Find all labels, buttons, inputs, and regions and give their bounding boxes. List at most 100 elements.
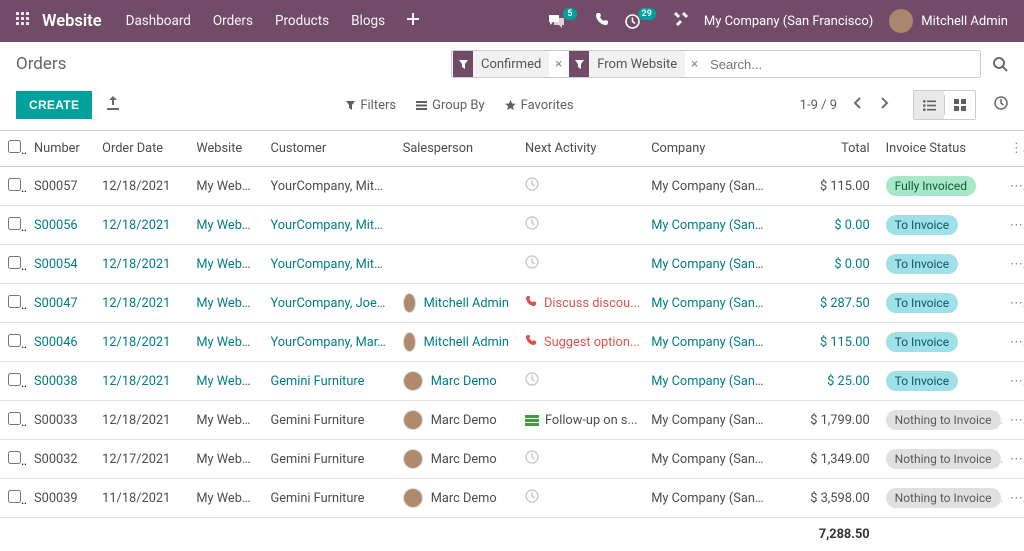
salesperson-name[interactable]: Marc Demo — [431, 452, 497, 467]
phone-icon[interactable] — [595, 12, 609, 30]
order-number[interactable]: S00033 — [34, 413, 78, 428]
row-checkbox[interactable] — [8, 256, 21, 269]
favorites-button[interactable]: Favorites — [505, 98, 574, 113]
order-number[interactable]: S00032 — [34, 452, 78, 467]
col-website[interactable]: Website — [188, 131, 262, 167]
tools-icon[interactable] — [674, 12, 688, 30]
col-salesperson[interactable]: Salesperson — [395, 131, 517, 167]
row-checkbox[interactable] — [8, 295, 21, 308]
messages-icon[interactable]: 5 — [548, 14, 578, 29]
new-content-icon[interactable] — [407, 13, 419, 29]
company-cell[interactable]: My Company (San ... — [651, 296, 768, 311]
activity-cell[interactable]: Follow-up on s... — [525, 413, 635, 428]
activity-cell[interactable] — [525, 489, 635, 507]
website-cell[interactable]: My Websi... — [196, 413, 261, 428]
row-options-icon[interactable]: ⋯ — [1010, 491, 1024, 506]
col-status[interactable]: Invoice Status — [878, 131, 1002, 167]
activity-cell[interactable] — [525, 255, 635, 273]
row-checkbox[interactable] — [8, 178, 21, 191]
website-cell[interactable]: My Websi... — [196, 491, 261, 506]
col-company[interactable]: Company — [643, 131, 773, 167]
order-number[interactable]: S00056 — [34, 218, 78, 233]
activity-cell[interactable]: Discuss discou... — [525, 295, 635, 312]
col-total[interactable]: Total — [773, 131, 877, 167]
row-checkbox[interactable] — [8, 490, 21, 503]
row-checkbox[interactable] — [8, 412, 21, 425]
table-row[interactable]: S0005612/18/2021My Websi...YourCompany, … — [0, 206, 1024, 245]
nav-orders[interactable]: Orders — [213, 13, 253, 29]
order-number[interactable]: S00057 — [34, 179, 78, 194]
activity-cell[interactable] — [525, 216, 635, 234]
activity-cell[interactable] — [525, 450, 635, 468]
salesperson-name[interactable]: Marc Demo — [431, 491, 497, 506]
website-cell[interactable]: My Websi... — [196, 296, 261, 311]
row-options-icon[interactable]: ⋯ — [1010, 179, 1024, 194]
kanban-view-icon[interactable] — [945, 91, 975, 119]
col-options[interactable]: ⋮ — [1002, 131, 1024, 167]
customer-cell[interactable]: Gemini Furniture — [270, 413, 364, 428]
customer-cell[interactable]: YourCompany, Mitc... — [270, 218, 390, 233]
order-number[interactable]: S00047 — [34, 296, 78, 311]
salesperson-name[interactable]: Mitchell Admin — [424, 335, 509, 350]
customer-cell[interactable]: YourCompany, Joel ... — [270, 296, 393, 311]
table-row[interactable]: S0003312/18/2021My Websi...Gemini Furnit… — [0, 401, 1024, 440]
customer-cell[interactable]: YourCompany, Mitc... — [270, 257, 390, 272]
company-switch[interactable]: My Company (San Francisco) — [704, 14, 873, 29]
customer-cell[interactable]: Gemini Furniture — [270, 374, 364, 389]
page-prev-icon[interactable] — [849, 93, 865, 117]
remove-chip-icon[interactable]: × — [549, 57, 568, 72]
brand[interactable]: Website — [42, 12, 102, 31]
row-options-icon[interactable]: ⋯ — [1010, 335, 1024, 350]
website-cell[interactable]: My Websi... — [196, 218, 261, 233]
order-number[interactable]: S00046 — [34, 335, 78, 350]
activity-view-icon[interactable] — [994, 96, 1008, 114]
table-row[interactable]: S0003812/18/2021My Websi...Gemini Furnit… — [0, 362, 1024, 401]
pager[interactable]: 1-9 / 9 — [800, 98, 837, 113]
row-options-icon[interactable]: ⋯ — [1010, 257, 1024, 272]
row-checkbox[interactable] — [8, 451, 21, 464]
company-cell[interactable]: My Company (San ... — [651, 491, 768, 506]
order-number[interactable]: S00054 — [34, 257, 78, 272]
customer-cell[interactable]: Gemini Furniture — [270, 491, 364, 506]
table-row[interactable]: S0005712/18/2021My Websi...YourCompany, … — [0, 167, 1024, 206]
row-checkbox[interactable] — [8, 373, 21, 386]
website-cell[interactable]: My Websi... — [196, 179, 261, 194]
col-customer[interactable]: Customer — [262, 131, 394, 167]
customer-cell[interactable]: YourCompany, Mitc... — [270, 179, 390, 194]
user-menu[interactable]: Mitchell Admin — [889, 9, 1008, 33]
search-icon[interactable] — [993, 57, 1008, 72]
activity-icon[interactable]: 29 — [625, 14, 658, 29]
select-all-checkbox[interactable] — [8, 140, 21, 153]
company-cell[interactable]: My Company (San ... — [651, 413, 768, 428]
list-view-icon[interactable] — [914, 91, 944, 119]
salesperson-name[interactable]: Marc Demo — [431, 413, 497, 428]
apps-icon[interactable] — [16, 12, 30, 30]
groupby-button[interactable]: Group By — [416, 98, 485, 113]
company-cell[interactable]: My Company (San ... — [651, 335, 768, 350]
customer-cell[interactable]: YourCompany, Mar... — [270, 335, 387, 350]
salesperson-name[interactable]: Mitchell Admin — [424, 296, 509, 311]
row-options-icon[interactable]: ⋯ — [1010, 218, 1024, 233]
company-cell[interactable]: My Company (San ... — [651, 452, 768, 467]
website-cell[interactable]: My Websi... — [196, 335, 261, 350]
table-row[interactable]: S0005412/18/2021My Websi...YourCompany, … — [0, 245, 1024, 284]
import-icon[interactable] — [106, 96, 120, 114]
row-options-icon[interactable]: ⋯ — [1010, 452, 1024, 467]
table-row[interactable]: S0004712/18/2021My Websi...YourCompany, … — [0, 284, 1024, 323]
activity-cell[interactable] — [525, 372, 635, 390]
customer-cell[interactable]: Gemini Furniture — [270, 452, 364, 467]
company-cell[interactable]: My Company (San ... — [651, 179, 768, 194]
activity-cell[interactable] — [525, 177, 635, 195]
table-row[interactable]: S0003911/18/2021My Websi...Gemini Furnit… — [0, 479, 1024, 518]
row-checkbox[interactable] — [8, 334, 21, 347]
search-bar[interactable]: Confirmed × From Website × — [451, 50, 981, 78]
order-number[interactable]: S00039 — [34, 491, 78, 506]
row-checkbox[interactable] — [8, 217, 21, 230]
row-options-icon[interactable]: ⋯ — [1010, 374, 1024, 389]
col-activity[interactable]: Next Activity — [517, 131, 643, 167]
filters-button[interactable]: Filters — [346, 98, 396, 113]
order-number[interactable]: S00038 — [34, 374, 78, 389]
website-cell[interactable]: My Websi... — [196, 257, 261, 272]
salesperson-name[interactable]: Marc Demo — [431, 374, 497, 389]
search-input[interactable] — [704, 51, 980, 77]
